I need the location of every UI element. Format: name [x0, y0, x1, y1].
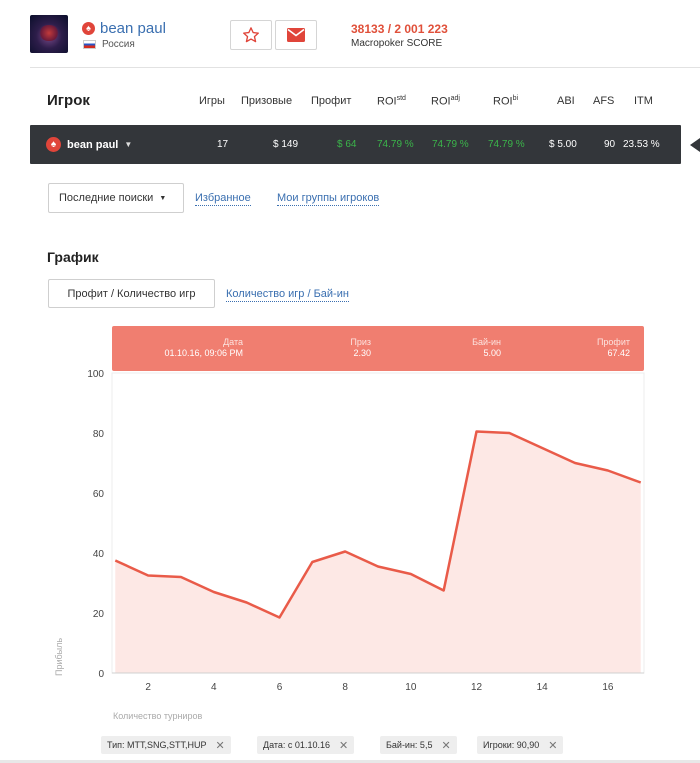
- y-tick-label: 0: [98, 669, 104, 680]
- y-tick-label: 40: [93, 549, 105, 560]
- filter-chip-buyin: Бай-ин: 5,5 ✕: [380, 736, 457, 754]
- y-tick-label: 80: [93, 429, 105, 440]
- filter-chip-type: Тип: MTT,SNG,STT,HUP ✕: [101, 736, 231, 754]
- close-icon[interactable]: ✕: [548, 739, 557, 752]
- y-tick-label: 20: [93, 609, 105, 620]
- x-tick-label: 4: [211, 682, 217, 693]
- chart-tooltip: Дата 01.10.16, 09:06 PM Приз 2.30 Бай-ин…: [112, 326, 644, 371]
- filter-chip-players: Игроки: 90,90 ✕: [477, 736, 564, 754]
- x-tick-label: 12: [471, 682, 483, 693]
- x-tick-label: 14: [537, 682, 549, 693]
- tooltip-buyin: Бай-ин 5.00: [472, 337, 501, 358]
- x-tick-label: 6: [277, 682, 283, 693]
- close-icon[interactable]: ✕: [216, 739, 225, 752]
- x-tick-label: 2: [145, 682, 151, 693]
- x-axis-label: Количество турниров: [113, 711, 202, 721]
- profit-chart[interactable]: 0 20 40 60 80 100 2 4 6 8 10 12 14 16 Количество турни…: [0, 0, 700, 763]
- y-tick-label: 100: [87, 369, 104, 380]
- tooltip-prize: Приз 2.30: [350, 337, 371, 358]
- x-tick-label: 8: [342, 682, 348, 693]
- x-tick-label: 16: [602, 682, 614, 693]
- close-icon[interactable]: ✕: [339, 739, 348, 752]
- x-tick-label: 10: [405, 682, 417, 693]
- y-tick-label: 60: [93, 489, 105, 500]
- tooltip-profit: Профит 67.42: [596, 337, 630, 358]
- tooltip-date: Дата 01.10.16, 09:06 PM: [164, 337, 243, 358]
- filter-chip-date: Дата: с 01.10.16 ✕: [257, 736, 355, 754]
- close-icon[interactable]: ✕: [441, 739, 450, 752]
- y-axis-label: Прибыль: [54, 638, 64, 676]
